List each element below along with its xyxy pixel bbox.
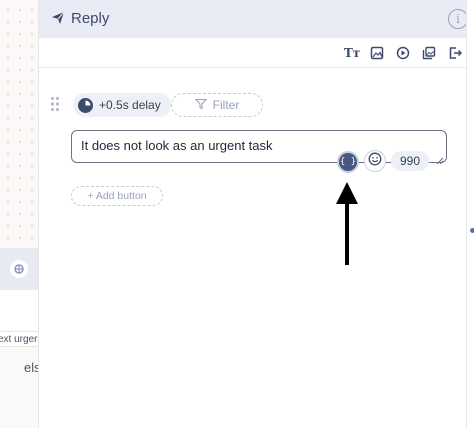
filter-icon: [194, 98, 207, 113]
filter-label: Filter: [212, 98, 240, 112]
resize-handle-icon[interactable]: [436, 152, 444, 165]
emoji-button[interactable]: [364, 150, 386, 172]
text-style-icon[interactable]: Tт: [343, 44, 361, 62]
video-icon[interactable]: [394, 44, 412, 62]
panel-header: Reply i: [39, 0, 468, 38]
filter-button[interactable]: Filter: [171, 93, 263, 117]
send-icon: [51, 11, 65, 30]
image-icon[interactable]: [368, 44, 386, 62]
node-label-partial: ext urger: [0, 331, 38, 347]
canvas-dots: [0, 0, 38, 245]
strip-spacer: [0, 290, 38, 330]
add-button[interactable]: + Add button: [71, 186, 163, 206]
message-text: It does not look as an urgent task: [81, 138, 273, 153]
canvas-strip: ext urger els: [0, 0, 38, 428]
reply-panel: Reply i Tт +0.5s delay Filter It does no…: [38, 0, 468, 428]
delay-label: +0.5s delay: [99, 98, 161, 112]
gallery-icon[interactable]: [420, 44, 438, 62]
smiley-icon: [368, 152, 382, 171]
brain-node-button[interactable]: [0, 248, 38, 290]
drag-handle-icon[interactable]: [50, 96, 60, 117]
curly-braces-icon: { }: [339, 157, 357, 167]
info-icon[interactable]: i: [448, 9, 468, 29]
node-label-partial-2: els: [24, 360, 38, 375]
connection-dot[interactable]: [470, 228, 474, 233]
toolbar: Tт: [39, 38, 467, 68]
delay-chip[interactable]: +0.5s delay: [73, 93, 171, 117]
insert-variable-button[interactable]: { }: [337, 151, 359, 173]
brain-icon: [10, 260, 28, 278]
exit-icon[interactable]: [446, 44, 464, 62]
panel-title: Reply: [71, 10, 110, 27]
timer-icon: [78, 97, 93, 113]
pointer-arrow-icon: [335, 180, 359, 271]
right-edge: [466, 0, 474, 428]
char-count-badge: 990: [391, 151, 429, 171]
